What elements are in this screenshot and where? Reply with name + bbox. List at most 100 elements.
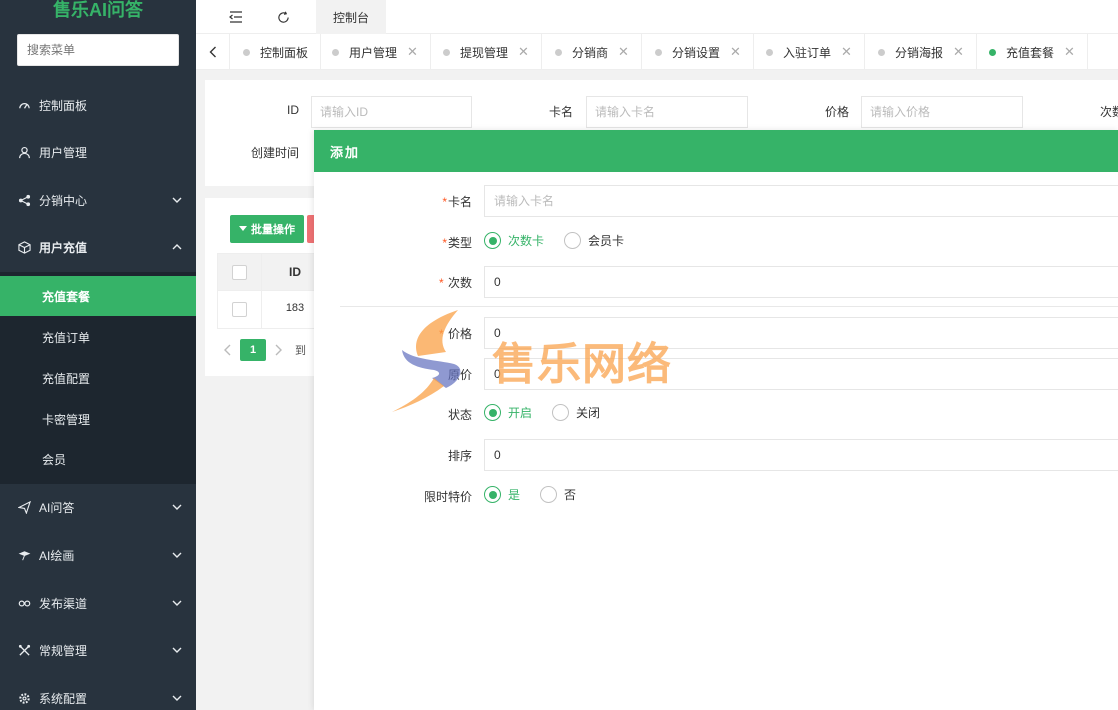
price-label: * 价格 bbox=[314, 325, 472, 342]
radio-circle bbox=[564, 232, 582, 249]
radio-circle bbox=[552, 404, 570, 421]
filter-count-label: 次数 bbox=[1100, 105, 1118, 119]
gear-icon bbox=[17, 691, 31, 705]
card-name-label: *卡名 bbox=[314, 193, 472, 210]
refresh-icon[interactable] bbox=[263, 0, 303, 34]
required-marker: * bbox=[438, 327, 447, 341]
pagination: 1 到 bbox=[223, 338, 306, 362]
submenu-item-config[interactable]: 充值配置 bbox=[0, 358, 196, 398]
filter-id-input[interactable]: 请输入ID bbox=[311, 96, 472, 128]
tab-label: 分销海报 bbox=[895, 45, 944, 60]
limited-offer-radio-group: 是 否 bbox=[484, 486, 596, 503]
tab-distribution-settings[interactable]: 分销设置 ✕ bbox=[643, 34, 754, 70]
submenu-item-orders[interactable]: 充值订单 bbox=[0, 317, 196, 357]
close-icon[interactable]: ✕ bbox=[841, 44, 852, 60]
tab-posters[interactable]: 分销海报 ✕ bbox=[866, 34, 977, 70]
radio-circle bbox=[484, 486, 501, 503]
submenu-item-cardkeys[interactable]: 卡密管理 bbox=[0, 399, 196, 439]
menu-item-ai-qa[interactable]: AI问答 bbox=[0, 487, 196, 527]
status-radio-off[interactable]: 关闭 bbox=[552, 404, 600, 421]
close-icon[interactable]: ✕ bbox=[730, 44, 741, 60]
console-tab[interactable]: 控制台 bbox=[316, 0, 386, 34]
row-checkbox[interactable] bbox=[232, 302, 247, 317]
limited-offer-radio-yes[interactable]: 是 bbox=[484, 486, 520, 503]
close-icon[interactable]: ✕ bbox=[518, 44, 529, 60]
menu-search-input[interactable] bbox=[17, 34, 179, 66]
select-all-checkbox[interactable] bbox=[232, 265, 247, 280]
menu-item-recharge[interactable]: 用户充值 bbox=[0, 227, 196, 267]
menu-label: 分销中心 bbox=[39, 193, 88, 208]
tab-withdrawals[interactable]: 提现管理 ✕ bbox=[431, 34, 542, 70]
tools-icon bbox=[17, 643, 31, 657]
tab-dashboard[interactable]: 控制面板 bbox=[231, 34, 322, 70]
next-page-icon[interactable] bbox=[274, 344, 283, 356]
label-text: 类型 bbox=[447, 236, 472, 250]
submenu-item-members[interactable]: 会员 bbox=[0, 439, 196, 479]
batch-actions-button[interactable]: 批量操作 bbox=[230, 215, 304, 243]
menu-item-system[interactable]: 系统配置 bbox=[0, 678, 196, 710]
chevron-down-icon bbox=[172, 197, 182, 203]
tab-entry-orders[interactable]: 入驻订单 ✕ bbox=[754, 34, 865, 70]
pager-goto-text: 到 bbox=[295, 345, 306, 357]
menu-item-distribution[interactable]: 分销中心 bbox=[0, 180, 196, 220]
tab-dot bbox=[332, 48, 339, 56]
menu-item-ai-drawing[interactable]: AI绘画 bbox=[0, 535, 196, 575]
chevron-up-icon bbox=[172, 244, 182, 250]
menu-label: 发布渠道 bbox=[39, 596, 88, 611]
radio-circle bbox=[540, 486, 558, 503]
cube-icon bbox=[17, 240, 31, 254]
close-icon[interactable]: ✕ bbox=[618, 44, 629, 60]
tab-label: 提现管理 bbox=[460, 45, 509, 60]
original-price-label: 原价 bbox=[447, 368, 472, 382]
tab-users[interactable]: 用户管理 ✕ bbox=[320, 34, 431, 70]
filter-name-input[interactable]: 请输入卡名 bbox=[586, 96, 748, 128]
radio-label: 开启 bbox=[508, 406, 533, 420]
type-radio-group: 次数卡 会员卡 bbox=[484, 232, 644, 249]
filter-price-input[interactable]: 请输入价格 bbox=[861, 96, 1023, 128]
limited-offer-label: 限时特价 bbox=[423, 490, 472, 504]
menu-item-channels[interactable]: 发布渠道 bbox=[0, 583, 196, 623]
menu-item-general[interactable]: 常规管理 bbox=[0, 630, 196, 670]
filter-id-label: ID bbox=[287, 103, 299, 117]
status-radio-on[interactable]: 开启 bbox=[484, 404, 532, 421]
menu-label: 控制面板 bbox=[39, 98, 88, 113]
tab-dot bbox=[878, 48, 885, 56]
tab-dot bbox=[766, 48, 773, 56]
page-tabs: 控制面板 用户管理 ✕ 提现管理 ✕ 分销商 ✕ 分销设置 ✕ 入驻订单 ✕ 分销海报 ✕ … bbox=[196, 34, 1118, 70]
radio-circle bbox=[484, 232, 501, 249]
chevron-down-icon bbox=[172, 647, 182, 653]
tab-label: 分销设置 bbox=[672, 45, 721, 60]
count-input[interactable]: 0 bbox=[484, 266, 1118, 298]
label-text: 卡名 bbox=[447, 195, 472, 209]
collapse-menu-icon[interactable] bbox=[216, 0, 256, 34]
type-label: *类型 bbox=[314, 234, 472, 251]
limited-offer-radio-no[interactable]: 否 bbox=[540, 486, 576, 503]
menu-item-users[interactable]: 用户管理 bbox=[0, 132, 196, 172]
menu-item-dashboard[interactable]: 控制面板 bbox=[0, 85, 196, 125]
close-icon[interactable]: ✕ bbox=[1064, 44, 1075, 60]
tab-label: 分销商 bbox=[572, 45, 609, 60]
tab-dot bbox=[655, 48, 662, 56]
original-price-input[interactable]: 0 bbox=[484, 358, 1118, 390]
label-text: 价格 bbox=[447, 327, 472, 341]
menu-label: 用户充值 bbox=[39, 240, 88, 255]
chevron-down-icon bbox=[172, 552, 182, 558]
card-name-input[interactable]: 请输入卡名 bbox=[484, 185, 1118, 217]
page-number[interactable]: 1 bbox=[240, 339, 266, 361]
tabs-scroll-left[interactable] bbox=[196, 34, 230, 70]
menu-label: 系统配置 bbox=[39, 691, 88, 706]
recharge-submenu: 充值套餐 充值订单 充值配置 卡密管理 会员 bbox=[0, 272, 196, 484]
prev-page-icon[interactable] bbox=[223, 344, 232, 356]
submenu-item-packages[interactable]: 充值套餐 bbox=[0, 276, 196, 316]
tab-dot bbox=[555, 48, 562, 56]
sort-label: 排序 bbox=[447, 449, 472, 463]
type-radio-member-card[interactable]: 会员卡 bbox=[564, 232, 624, 249]
tab-recharge-packages[interactable]: 充值套餐 ✕ bbox=[977, 34, 1088, 70]
close-icon[interactable]: ✕ bbox=[953, 44, 964, 60]
label-text: 次数 bbox=[447, 276, 472, 290]
type-radio-count-card[interactable]: 次数卡 bbox=[484, 232, 544, 249]
close-icon[interactable]: ✕ bbox=[407, 44, 418, 60]
tab-distributors[interactable]: 分销商 ✕ bbox=[543, 34, 642, 70]
sort-input[interactable]: 0 bbox=[484, 439, 1118, 471]
price-input[interactable]: 0 bbox=[484, 317, 1118, 349]
